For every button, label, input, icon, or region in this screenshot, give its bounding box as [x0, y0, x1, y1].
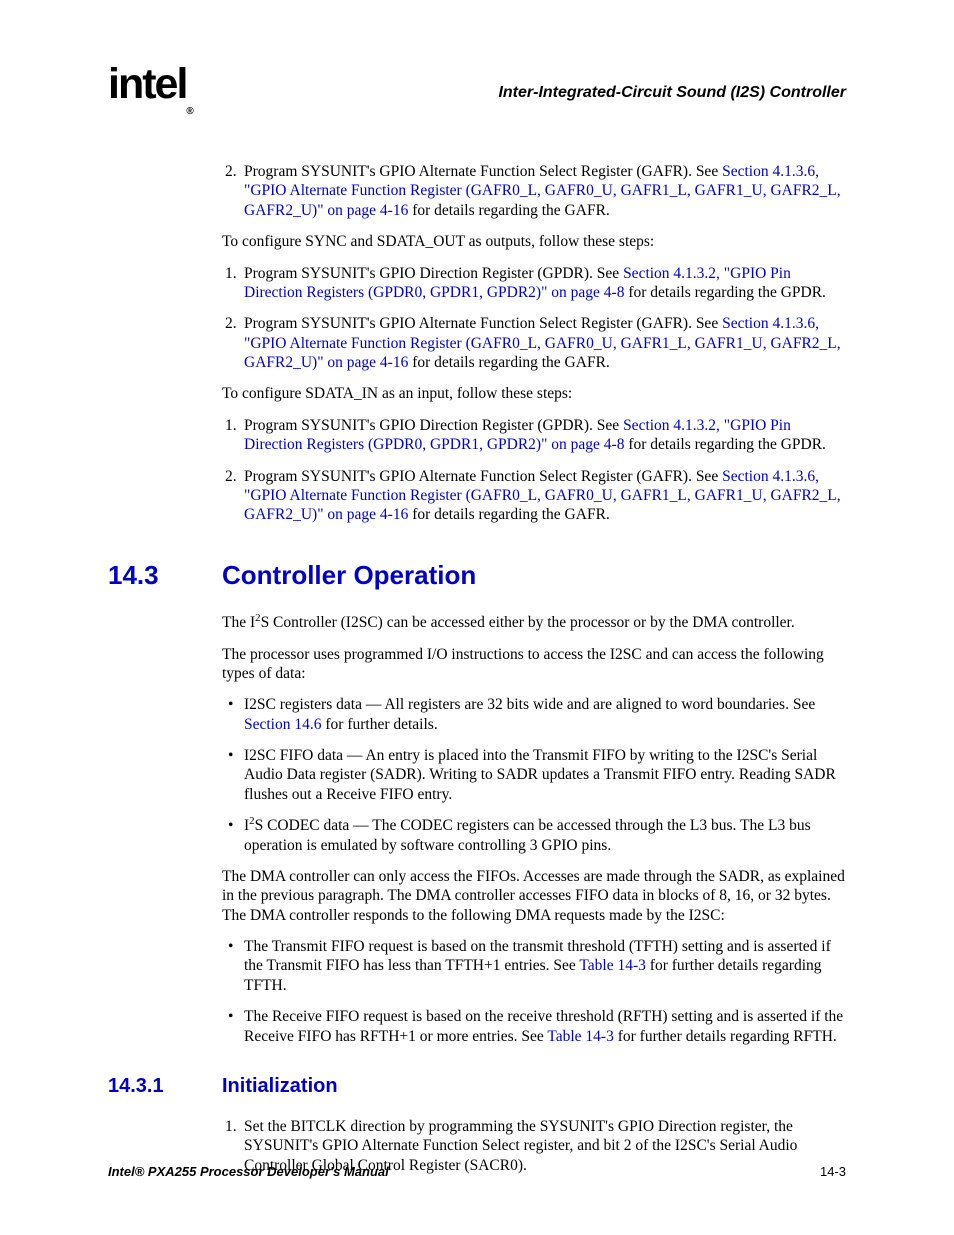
paragraph: The I2S Controller (I2SC) can be accesse… [222, 613, 846, 632]
list-item: Program SYSUNIT's GPIO Direction Registe… [222, 416, 846, 455]
text: for details regarding the GAFR. [408, 354, 609, 371]
text: Program SYSUNIT's GPIO Alternate Functio… [244, 315, 722, 332]
subsection-number: 14.3.1 [108, 1074, 222, 1099]
header-title: Inter-Integrated-Circuit Sound (I2S) Con… [108, 84, 846, 102]
text: Program SYSUNIT's GPIO Direction Registe… [244, 265, 623, 282]
text: for further details regarding RFTH. [614, 1028, 837, 1045]
paragraph: The DMA controller can only access the F… [222, 867, 846, 925]
section-heading: 14.3Controller Operation [108, 559, 846, 592]
list-item: The Transmit FIFO request is based on th… [222, 937, 846, 995]
xref-link[interactable]: Table 14-3 [547, 1028, 614, 1045]
list-item: I2SC FIFO data — An entry is placed into… [222, 746, 846, 804]
xref-link[interactable]: Section 14.6 [244, 716, 322, 733]
text: for details regarding the GAFR. [408, 506, 609, 523]
paragraph: The processor uses programmed I/O instru… [222, 645, 846, 684]
footer-page-number: 14-3 [820, 1164, 846, 1179]
list-item: I2S CODEC data — The CODEC registers can… [222, 816, 846, 855]
xref-link[interactable]: Table 14-3 [579, 957, 646, 974]
text: Program SYSUNIT's GPIO Direction Registe… [244, 417, 623, 434]
text: for details regarding the GPDR. [624, 436, 825, 453]
footer-manual-title: Intel® PXA255 Processor Developer's Manu… [108, 1164, 389, 1179]
list-item: Program SYSUNIT's GPIO Alternate Functio… [222, 314, 846, 372]
text: for details regarding the GAFR. [408, 202, 609, 219]
list-item: I2SC registers data — All registers are … [222, 695, 846, 734]
text: for details regarding the GPDR. [624, 284, 825, 301]
list-item: Program SYSUNIT's GPIO Alternate Functio… [222, 467, 846, 525]
list-item: The Receive FIFO request is based on the… [222, 1007, 846, 1046]
paragraph: To configure SYNC and SDATA_OUT as outpu… [222, 232, 846, 251]
intel-logo: intel® [108, 60, 194, 111]
text: for further details. [322, 716, 438, 733]
list-item: Program SYSUNIT's GPIO Alternate Functio… [222, 162, 846, 220]
page-footer: Intel® PXA255 Processor Developer's Manu… [108, 1164, 846, 1179]
text: Program SYSUNIT's GPIO Alternate Functio… [244, 163, 722, 180]
list-item: Program SYSUNIT's GPIO Direction Registe… [222, 264, 846, 303]
paragraph: To configure SDATA_IN as an input, follo… [222, 384, 846, 403]
subsection-title: Initialization [222, 1075, 338, 1097]
text: Program SYSUNIT's GPIO Alternate Functio… [244, 468, 722, 485]
subsection-heading: 14.3.1Initialization [108, 1074, 846, 1099]
text: I2SC registers data — All registers are … [244, 696, 815, 713]
section-number: 14.3 [108, 559, 222, 592]
section-title: Controller Operation [222, 560, 476, 590]
page-body: Program SYSUNIT's GPIO Alternate Functio… [222, 162, 846, 1175]
